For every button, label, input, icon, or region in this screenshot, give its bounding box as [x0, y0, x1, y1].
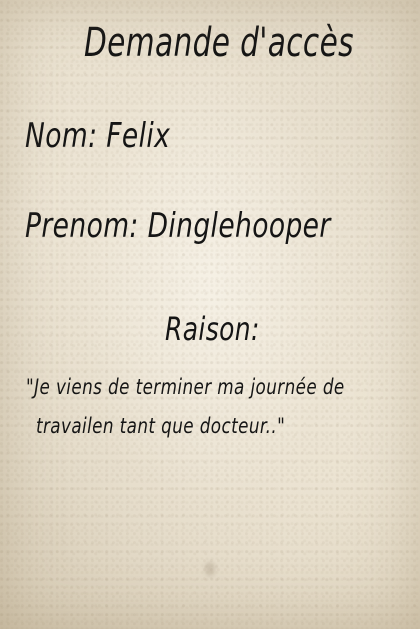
- prenom-label: Prenom:: [25, 206, 139, 246]
- prenom-value: Dinglehooper: [147, 206, 331, 246]
- raison-label: Raison:: [165, 310, 260, 348]
- raison-text-line: "Je viens de terminer ma journée de: [26, 375, 345, 399]
- prenom-field: Prenom: Dinglehooper: [25, 206, 331, 246]
- access-request-document: Demande d'accès Nom: Felix Prenom: Dingl…: [0, 0, 420, 629]
- nom-field: Nom: Felix: [25, 116, 170, 156]
- document-title: Demande d'accès: [84, 20, 354, 66]
- nom-label: Nom:: [25, 116, 98, 156]
- raison-text-line: travailen tant que docteur..": [36, 414, 286, 438]
- nom-value: Felix: [106, 116, 171, 156]
- paper-stain: [205, 562, 215, 576]
